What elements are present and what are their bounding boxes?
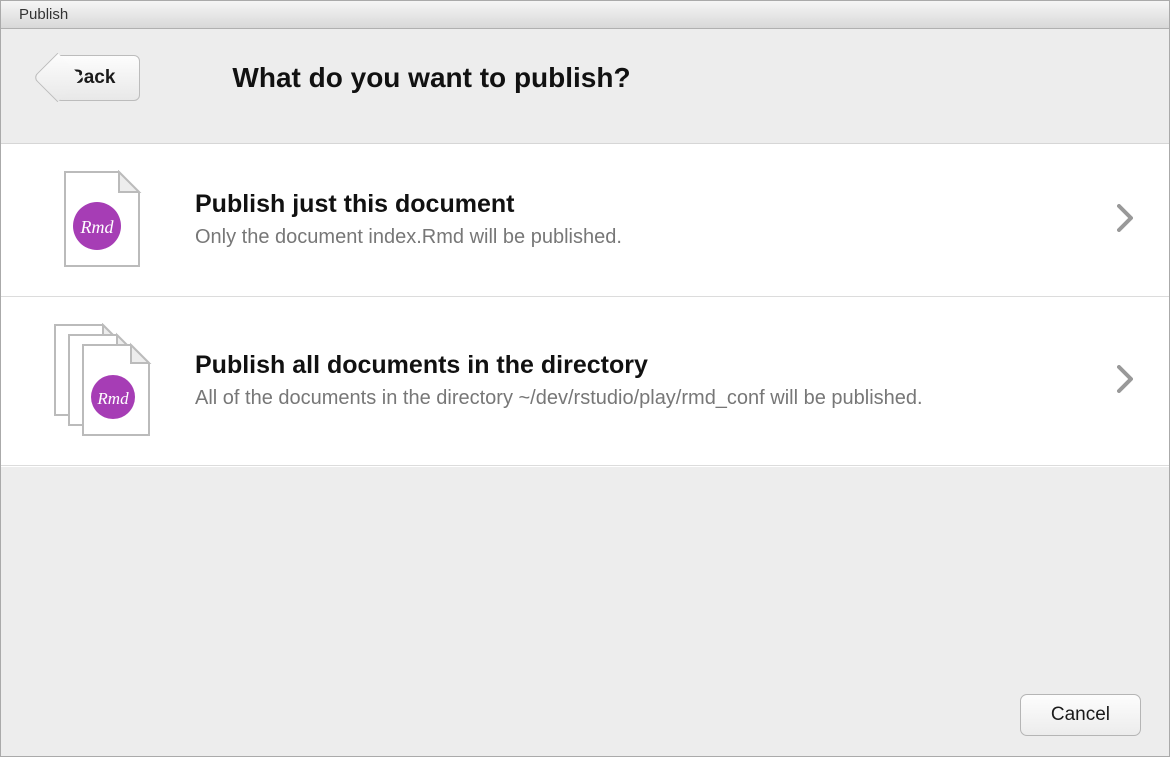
- option-title: Publish all documents in the directory: [195, 351, 1079, 380]
- option-publish-document[interactable]: Rmd Publish just this document Only the …: [1, 144, 1169, 297]
- chevron-right-icon: [1117, 365, 1133, 398]
- spacer: [1, 466, 1169, 678]
- dialog-header: Back What do you want to publish?: [1, 29, 1169, 144]
- options-list: Rmd Publish just this document Only the …: [1, 144, 1169, 466]
- rmd-file-stack-icon: Rmd: [47, 323, 157, 439]
- window-title: Publish: [19, 6, 68, 23]
- back-button-label: Back: [70, 67, 115, 89]
- dialog-footer: Cancel: [1, 678, 1169, 756]
- cancel-button-label: Cancel: [1051, 704, 1110, 725]
- svg-text:Rmd: Rmd: [80, 217, 115, 237]
- option-title: Publish just this document: [195, 190, 1079, 219]
- cancel-button[interactable]: Cancel: [1020, 694, 1141, 736]
- back-button[interactable]: Back: [55, 55, 140, 101]
- svg-text:Rmd: Rmd: [96, 389, 129, 408]
- option-description: All of the documents in the directory ~/…: [195, 384, 1015, 412]
- option-publish-directory[interactable]: Rmd Publish all documents in the directo…: [1, 297, 1169, 466]
- rmd-file-icon: Rmd: [47, 170, 157, 270]
- option-text-block: Publish just this document Only the docu…: [195, 190, 1079, 251]
- page-heading: What do you want to publish?: [232, 62, 630, 94]
- window-titlebar: Publish: [1, 1, 1169, 29]
- chevron-right-icon: [1117, 204, 1133, 237]
- option-text-block: Publish all documents in the directory A…: [195, 351, 1079, 412]
- option-description: Only the document index.Rmd will be publ…: [195, 223, 1015, 251]
